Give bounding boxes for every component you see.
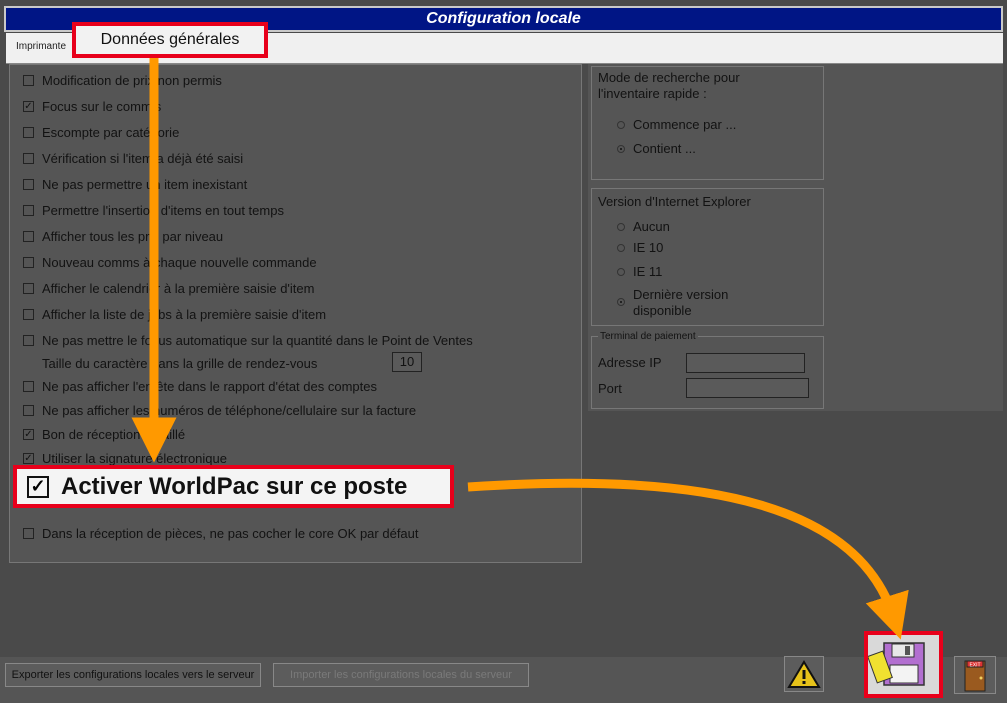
font-size-input[interactable]: 10 [392,352,422,372]
tab-printers[interactable]: Imprimante [16,41,66,52]
search-mode-title-2: l'inventaire rapide : [598,86,707,101]
radio-label: IE 11 [633,264,663,279]
option-label: Ne pas afficher les numéros de téléphone… [42,402,417,418]
option-row[interactable]: Dans la réception de pièces, ne pas coch… [23,523,419,543]
option-label: Modification de prix non permis [42,72,222,88]
option-row[interactable]: Vérification si l'item a déjà été saisi [23,148,243,168]
checkbox[interactable]: ✓ [23,452,34,464]
option-row[interactable]: Nouveau comms à chaque nouvelle commande [23,252,317,272]
radio-label: Contient ... [633,141,696,156]
option-row[interactable]: Ne pas mettre le focus automatique sur l… [23,330,473,350]
radio-ie10[interactable] [617,244,625,252]
exit-label: EXIT [969,663,980,669]
option-label: Focus sur le commis [42,98,162,114]
option-row[interactable]: Ne pas afficher l'entête dans le rapport… [23,376,377,396]
option-label: Afficher tous les prix par niveau [42,228,224,244]
option-label: Afficher la liste de jobs à la première … [42,306,327,322]
exit-button[interactable]: EXIT [954,656,996,694]
option-label: Ne pas mettre le focus automatique sur l… [42,332,473,348]
checkbox[interactable] [23,380,34,392]
font-size-label: Taille du caractère dans la grille de re… [42,355,318,371]
option-row[interactable]: Permettre l'insertion d'items en tout te… [23,200,284,220]
option-label: Escompte par catégorie [42,124,180,140]
option-row[interactable]: Ne pas afficher les numéros de téléphone… [23,400,416,420]
checkbox[interactable] [23,152,34,164]
radio-label: Dernière version [633,287,729,302]
checkbox[interactable] [23,404,34,416]
option-row[interactable]: Escompte par catégorie [23,122,179,142]
ie-version-title: Version d'Internet Explorer [598,194,751,209]
checkbox[interactable] [23,74,34,86]
search-mode-title: Mode de recherche pour [598,70,740,85]
option-label: Permettre l'insertion d'items en tout te… [42,202,284,218]
worldpac-checkbox[interactable]: ✓ [27,475,49,498]
checkbox[interactable] [23,334,34,346]
option-row[interactable]: Afficher le calendrier à la première sai… [23,278,314,298]
checkbox[interactable] [23,527,34,539]
option-row[interactable]: ✓ Focus sur le commis [23,96,161,116]
option-label: Utiliser la signature électronique [42,450,227,466]
option-label: Bon de réception détaillé [42,426,186,442]
option-row[interactable]: Modification de prix non permis [23,70,222,90]
port-input[interactable] [686,378,809,398]
exit-door-icon: EXIT [964,660,986,692]
option-row[interactable]: Afficher la liste de jobs à la première … [23,304,326,324]
option-label: Dans la réception de pièces, ne pas coch… [42,525,419,541]
export-config-button[interactable]: Exporter les configurations locales vers… [5,663,261,687]
option-label: Ne pas permettre un item inexistant [42,176,248,192]
warning-button[interactable] [784,656,824,692]
checkbox[interactable] [23,204,34,216]
option-label: Afficher le calendrier à la première sai… [42,280,315,296]
radio-latest-version[interactable] [617,298,625,306]
checkbox[interactable] [23,282,34,294]
port-label: Port [598,381,622,396]
checkbox[interactable]: ✓ [23,100,34,112]
checkbox[interactable] [23,126,34,138]
option-label: Ne pas afficher l'entête dans le rapport… [42,378,377,394]
ip-input[interactable] [686,353,805,373]
radio-none[interactable] [617,223,625,231]
checkbox[interactable] [23,256,34,268]
radio-label: IE 10 [633,240,664,255]
checkbox[interactable]: ✓ [23,428,34,440]
option-label: Vérification si l'item a déjà été saisi [42,150,244,166]
warning-icon [787,660,821,688]
checkbox[interactable] [23,308,34,320]
radio-contains[interactable] [617,145,625,153]
radio-ie11[interactable] [617,268,625,276]
option-row[interactable]: ✓ Bon de réception détaillé [23,424,185,444]
option-row[interactable]: Afficher tous les prix par niveau [23,226,223,246]
ip-label: Adresse IP [598,355,662,370]
radio-starts-with[interactable] [617,121,625,129]
import-config-button[interactable]: Importer les configurations locales du s… [273,663,529,687]
payment-terminal-title: Terminal de paiement [598,331,698,342]
save-button[interactable] [864,631,943,698]
checkbox[interactable] [23,178,34,190]
radio-label-2: disponible [633,303,692,318]
radio-label: Commence par ... [633,117,737,132]
radio-label: Aucun [633,219,670,234]
worldpac-label: Activer WorldPac sur ce poste [61,472,408,500]
option-label: Nouveau comms à chaque nouvelle commande [42,254,317,270]
tab-general-data[interactable]: Données générales [72,22,268,58]
floppy-disk-icon [867,642,925,686]
option-row[interactable]: Ne pas permettre un item inexistant [23,174,247,194]
worldpac-option[interactable]: ✓ Activer WorldPac sur ce poste [13,465,454,508]
checkbox[interactable] [23,230,34,242]
